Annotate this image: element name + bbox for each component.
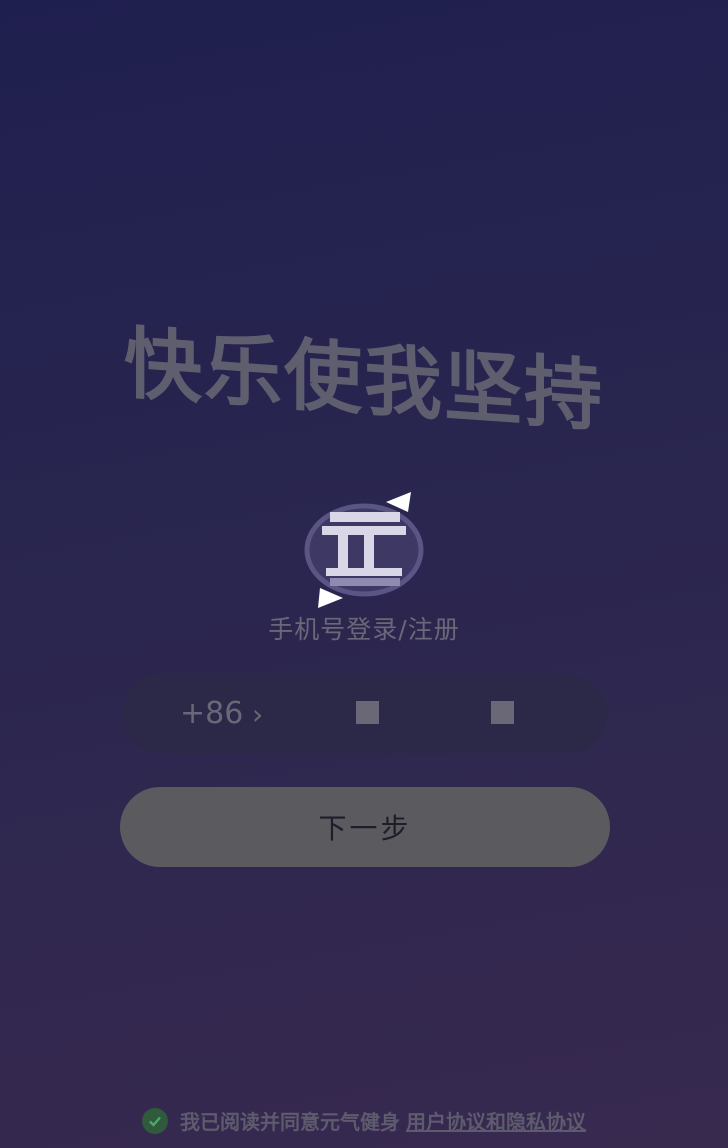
check-circle-icon[interactable] <box>142 1107 168 1134</box>
phone-input[interactable]: +86 › <box>122 674 607 753</box>
placeholder-glyph <box>491 701 514 724</box>
agreement-link[interactable]: 用户协议和隐私协议 <box>406 1106 586 1135</box>
yuan-logo-icon <box>304 492 424 608</box>
agreement-text: 我已阅读并同意元气健身 <box>180 1110 400 1134</box>
chevron-right-icon: › <box>252 698 264 731</box>
next-step-button[interactable]: 下一步 <box>120 787 610 867</box>
country-code-selector[interactable]: +86 <box>180 696 243 731</box>
agreement-row: 我已阅读并同意元气健身 用户协议和隐私协议 <box>0 1106 728 1135</box>
login-title: 手机号登录/注册 <box>268 615 460 644</box>
slogan-title: 快乐使我坚持 <box>123 319 604 443</box>
placeholder-glyph <box>356 701 379 724</box>
